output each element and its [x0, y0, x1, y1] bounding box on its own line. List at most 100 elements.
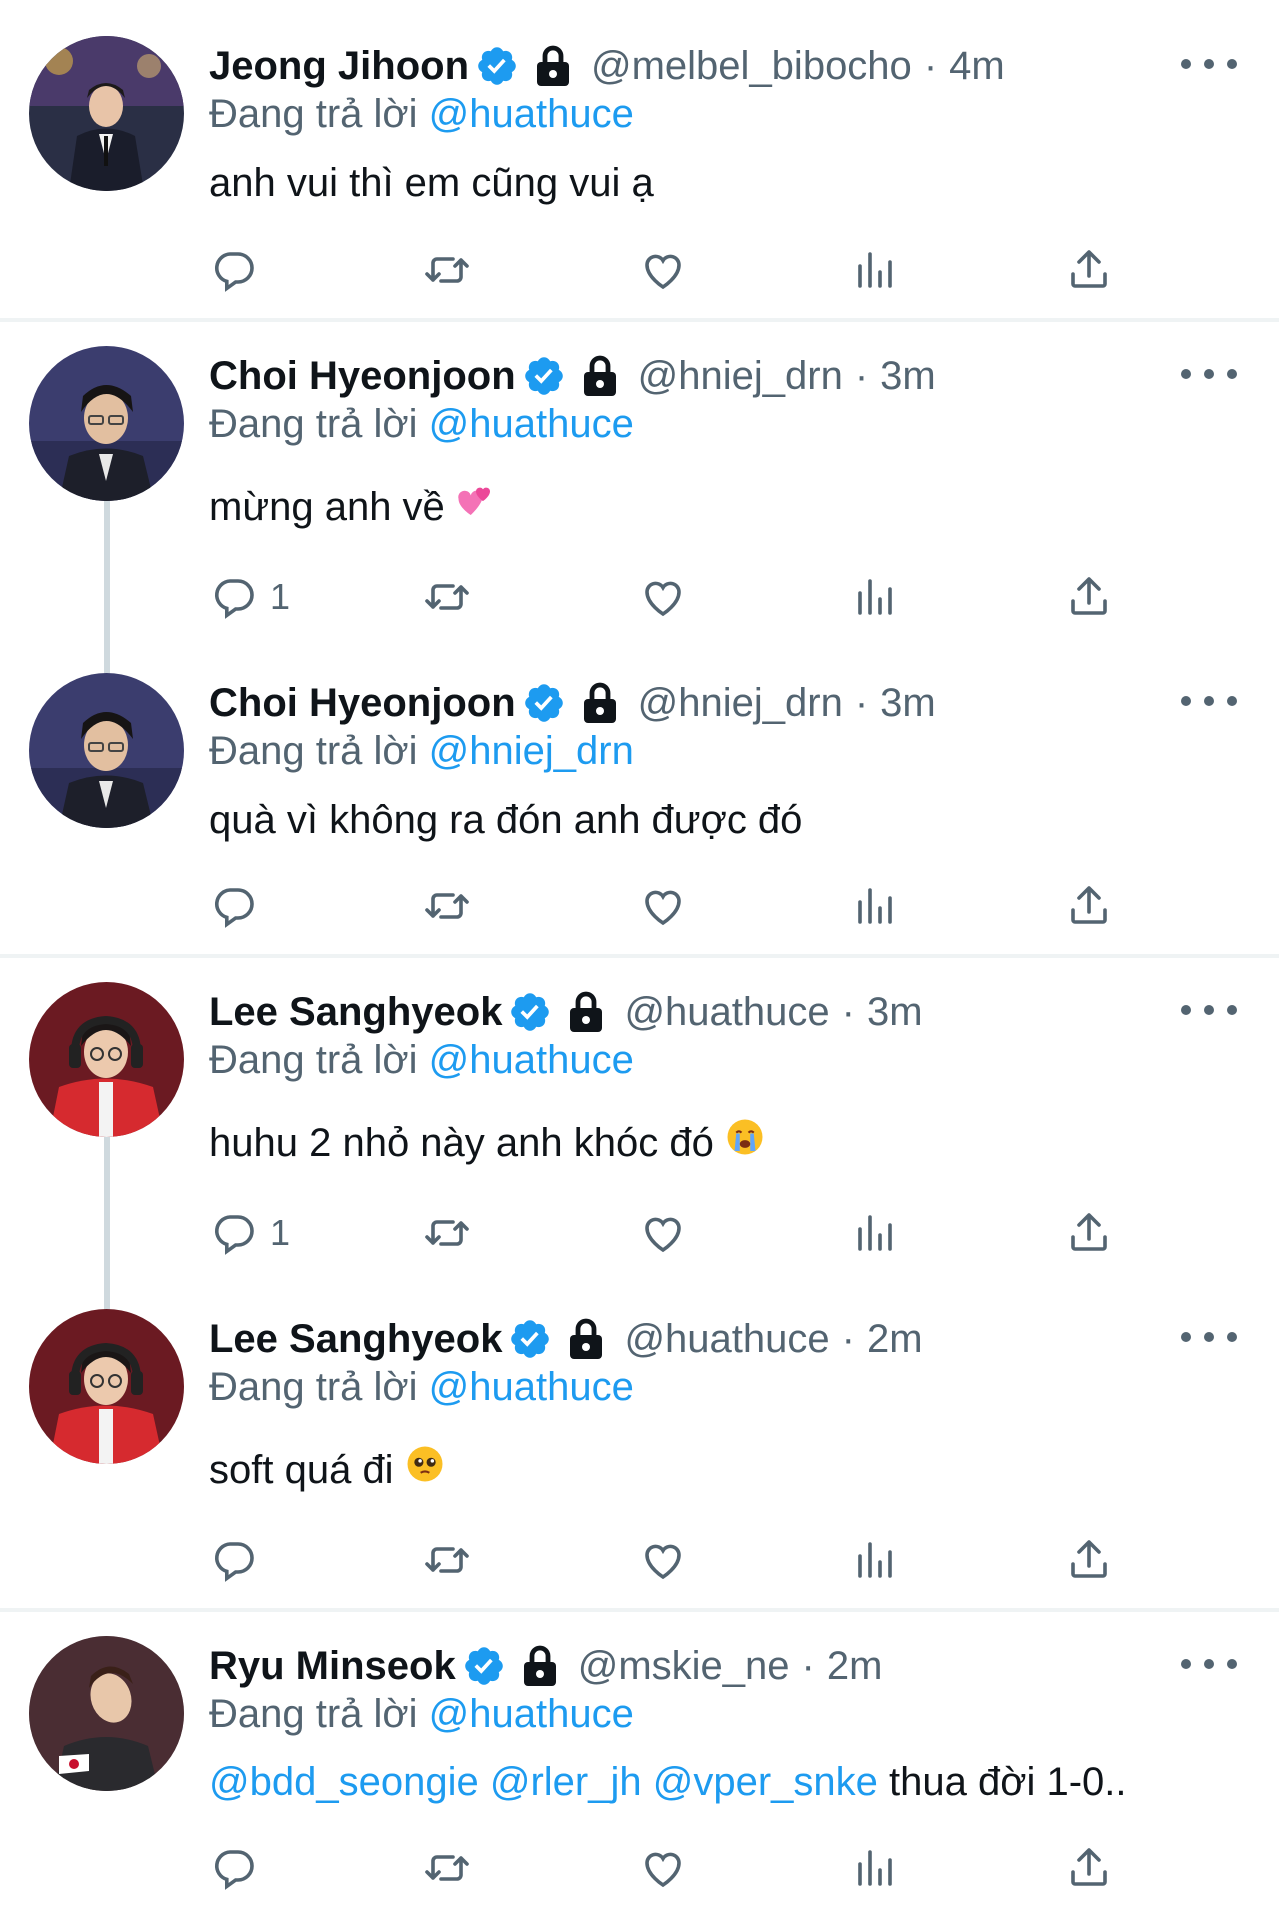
tweet-text-content: soft quá đi [209, 1448, 394, 1492]
share-button[interactable] [1065, 876, 1113, 936]
replying-to-mention[interactable]: @hniej_drn [429, 729, 634, 773]
reply-button[interactable] [210, 1838, 270, 1898]
retweet-button[interactable] [423, 1530, 471, 1590]
share-icon [1071, 1848, 1107, 1886]
avatar[interactable] [29, 346, 184, 501]
handle[interactable]: @hniej_drn [638, 346, 843, 406]
reply-icon [214, 1850, 254, 1890]
share-icon [1071, 886, 1107, 924]
timestamp[interactable]: 3m [880, 673, 936, 733]
mention-link[interactable]: @bdd_seongie [209, 1760, 479, 1804]
share-icon [1071, 1540, 1107, 1578]
tweet-text-content: thua đời 1-0.. [889, 1760, 1127, 1804]
share-button[interactable] [1065, 567, 1113, 627]
views-button[interactable] [852, 1203, 900, 1263]
like-button[interactable] [639, 1530, 687, 1590]
handle[interactable]: @huathuce [624, 982, 829, 1042]
replying-to-mention[interactable]: @huathuce [429, 1692, 634, 1736]
avatar[interactable] [29, 1636, 184, 1791]
verified-badge-icon [508, 990, 552, 1034]
reply-count: 1 [270, 1212, 291, 1253]
avatar[interactable] [29, 36, 184, 191]
like-button[interactable] [639, 1838, 687, 1898]
tweet-text: @bdd_seongie @rler_jh @vper_snke thua đờ… [209, 1752, 1127, 1812]
retweet-button[interactable] [423, 876, 471, 936]
views-button[interactable] [852, 876, 900, 936]
avatar[interactable] [29, 982, 184, 1137]
tweet-text-content: mừng anh về [209, 485, 445, 529]
timestamp[interactable]: 2m [867, 1309, 923, 1369]
lock-icon [566, 990, 606, 1034]
more-icon[interactable] [1181, 1650, 1237, 1678]
tweet[interactable]: Choi Hyeonjoon @hniej_drn · 3m Đang trả … [0, 649, 1279, 958]
share-button[interactable] [1065, 1530, 1113, 1590]
retweet-icon [425, 1547, 469, 1573]
retweet-button[interactable] [423, 1203, 471, 1263]
reply-button[interactable]: 1 [210, 567, 290, 627]
handle[interactable]: @melbel_bibocho [591, 36, 912, 96]
replying-to-mention[interactable]: @huathuce [429, 1365, 634, 1409]
more-icon[interactable] [1181, 360, 1237, 388]
tweet[interactable]: Lee Sanghyeok @huathuce · 3m Đang trả lờ… [0, 958, 1279, 1311]
like-button[interactable] [639, 567, 687, 627]
like-button[interactable] [639, 240, 687, 300]
verified-badge-icon [522, 354, 566, 398]
more-icon[interactable] [1181, 1323, 1237, 1351]
views-button[interactable] [852, 240, 900, 300]
tweet-text: huhu 2 nhỏ này anh khóc đó [209, 1113, 766, 1175]
replying-to: Đang trả lời @hniej_drn [209, 721, 634, 781]
reply-button[interactable]: 1 [210, 1203, 290, 1263]
retweet-icon [425, 1855, 469, 1881]
timestamp[interactable]: 3m [880, 346, 936, 406]
lock-icon [580, 354, 620, 398]
retweet-icon [425, 1220, 469, 1246]
mention-link[interactable]: @rler_jh [490, 1760, 642, 1804]
replying-to-mention[interactable]: @huathuce [429, 92, 634, 136]
views-button[interactable] [852, 1838, 900, 1898]
retweet-icon [425, 893, 469, 919]
reply-button[interactable] [210, 240, 270, 300]
reply-button[interactable] [210, 1530, 270, 1590]
handle[interactable]: @hniej_drn [638, 673, 843, 733]
avatar[interactable] [29, 673, 184, 828]
share-button[interactable] [1065, 240, 1113, 300]
tweet-text: quà vì không ra đón anh được đó [209, 790, 802, 850]
separator: · [841, 1317, 855, 1361]
more-icon[interactable] [1181, 50, 1237, 78]
analytics-icon [858, 579, 892, 615]
timestamp[interactable]: 3m [867, 982, 923, 1042]
replying-to-mention[interactable]: @huathuce [429, 1038, 634, 1082]
verified-badge-icon [462, 1644, 506, 1688]
handle[interactable]: @huathuce [624, 1309, 829, 1369]
tweet[interactable]: Choi Hyeonjoon @hniej_drn · 3m Đang trả … [0, 322, 1279, 675]
reply-button[interactable] [210, 876, 270, 936]
timestamp[interactable]: 2m [827, 1636, 883, 1696]
separator: · [854, 681, 869, 725]
retweet-button[interactable] [423, 240, 471, 300]
replying-to-mention[interactable]: @huathuce [429, 402, 634, 446]
replying-to: Đang trả lời @huathuce [209, 1684, 634, 1744]
like-button[interactable] [639, 876, 687, 936]
timestamp[interactable]: 4m [949, 36, 1005, 96]
share-button[interactable] [1065, 1203, 1113, 1263]
views-button[interactable] [852, 1530, 900, 1590]
verified-badge-icon [475, 44, 519, 88]
views-button[interactable] [852, 567, 900, 627]
two-hearts-emoji [455, 479, 497, 539]
action-bar [0, 240, 1279, 300]
tweet-text-content: huhu 2 nhỏ này anh khóc đó [209, 1121, 714, 1165]
avatar[interactable] [29, 1309, 184, 1464]
reply-icon [214, 1215, 254, 1255]
separator: · [854, 354, 869, 398]
tweet[interactable]: Jeong Jihoon @melbel_bibocho · 4m Đang t… [0, 0, 1279, 322]
retweet-button[interactable] [423, 567, 471, 627]
tweet[interactable]: Ryu Minseok @mskie_ne · 2m Đang trả lời … [0, 1612, 1279, 1920]
more-icon[interactable] [1181, 996, 1237, 1024]
more-icon[interactable] [1181, 687, 1237, 715]
share-button[interactable] [1065, 1838, 1113, 1898]
like-button[interactable] [639, 1203, 687, 1263]
mention-link[interactable]: @vper_snke [653, 1760, 878, 1804]
retweet-button[interactable] [423, 1838, 471, 1898]
action-bar [0, 1530, 1279, 1590]
tweet[interactable]: Lee Sanghyeok @huathuce · 2m Đang trả lờ… [0, 1285, 1279, 1612]
